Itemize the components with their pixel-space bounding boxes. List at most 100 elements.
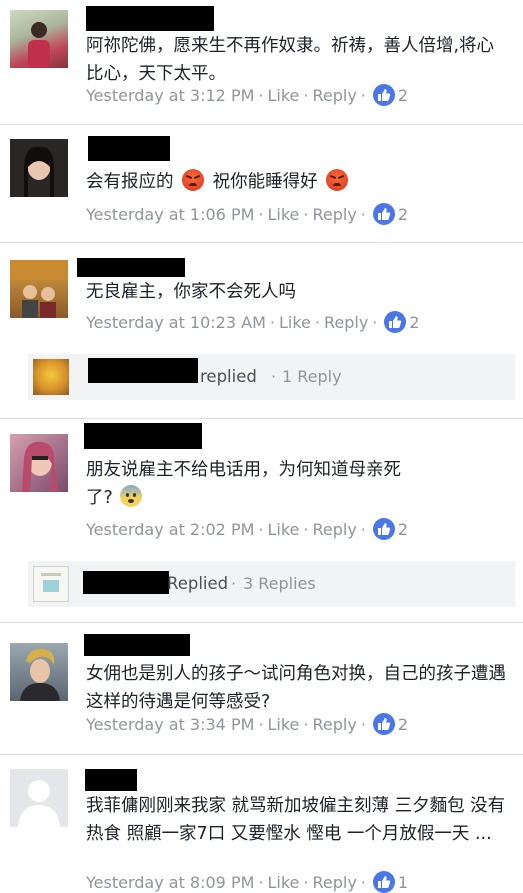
like-link[interactable]: Like [279, 313, 311, 332]
separator-dot: · [258, 714, 264, 734]
reply-count-link[interactable]: 1 Reply [282, 367, 342, 386]
comment-4: 朋友说雇主不给电话用，为何知道母亲死 了? Yesterday at 2:02 … [0, 419, 523, 621]
reply-link[interactable]: Reply [312, 873, 356, 892]
reaction-count[interactable]: 2 [409, 313, 419, 332]
separator-dot: · [231, 574, 237, 593]
timestamp[interactable]: Yesterday at 8:09 PM [86, 873, 254, 892]
comment-meta: Yesterday at 1:06 PM · Like · Reply · 2 [86, 203, 408, 225]
separator-dot: · [314, 312, 320, 332]
separator-dot: · [258, 85, 264, 105]
avatar [33, 566, 69, 602]
like-link[interactable]: Like [267, 86, 299, 105]
comment-text-part: 了? [86, 488, 113, 508]
reaction-count[interactable]: 2 [398, 86, 408, 105]
comment-1: 阿祢陀佛，愿来生不再作奴隶。祈祷，善人倍增,将心比心，天下太平。 Yesterd… [0, 0, 523, 122]
reaction-count[interactable]: 2 [398, 715, 408, 734]
like-link[interactable]: Like [267, 205, 299, 224]
profile-photo [20, 648, 60, 701]
redacted-name[interactable] [88, 136, 170, 161]
reaction-count[interactable]: 2 [398, 205, 408, 224]
redacted-name[interactable] [85, 769, 137, 791]
redacted-name[interactable] [84, 634, 190, 656]
avatar[interactable] [10, 260, 68, 318]
comment-3: 无良雇主，你家不会死人吗 Yesterday at 10:23 AM · Lik… [0, 243, 523, 417]
profile-photo [18, 780, 60, 827]
separator-dot: · [360, 204, 366, 224]
comment-text: 阿祢陀佛，愿来生不再作奴隶。祈祷，善人倍增,将心比心，天下太平。 [86, 36, 495, 84]
replied-label: Replied [167, 574, 229, 593]
comment-2: 会有报应的 祝你能睡得好 Yesterday at 1:06 PM · Like… [0, 125, 523, 241]
reaction-count[interactable]: 2 [398, 520, 408, 539]
reply-link[interactable]: Reply [312, 715, 356, 734]
redacted-name [83, 571, 169, 594]
separator-dot: · [258, 204, 264, 224]
timestamp[interactable]: Yesterday at 3:12 PM [86, 86, 254, 105]
comment-meta: Yesterday at 10:23 AM · Like · Reply · 2 [86, 311, 420, 333]
like-link[interactable]: Like [267, 520, 299, 539]
separator-dot: · [303, 204, 309, 224]
separator-dot: · [258, 519, 264, 539]
comment-feed: 阿祢陀佛，愿来生不再作奴隶。祈祷，善人倍增,将心比心，天下太平。 Yesterd… [0, 0, 523, 893]
avatar [33, 359, 69, 395]
avatar[interactable] [10, 643, 68, 701]
comment-text: 女佣也是别人的孩子～试问角色对换，自己的孩子遭遇这样的待遇是何等感受? [86, 664, 506, 712]
replies-summary[interactable]: Replied · 3 Replies [28, 561, 515, 607]
reply-link[interactable]: Reply [324, 313, 368, 332]
avatar[interactable] [10, 434, 68, 492]
reply-count-link[interactable]: 3 Replies [243, 574, 316, 593]
replies-summary[interactable]: replied · 1 Reply [28, 354, 515, 400]
timestamp[interactable]: Yesterday at 1:06 PM [86, 205, 254, 224]
separator-dot: · [372, 312, 378, 332]
angry-face-emoji [326, 169, 349, 191]
separator-dot: · [360, 872, 366, 892]
comment-text-line: 朋友说雇主不给电话用，为何知道母亲死 [86, 460, 401, 480]
reply-link[interactable]: Reply [312, 520, 356, 539]
comment-6: 我菲傭刚刚来我家 就骂新加坡僱主刻薄 三夕麵包 没有热食 照顧一家7口 又要慳水… [0, 755, 523, 893]
thumbs-up-icon[interactable] [372, 713, 395, 735]
default-user-silhouette-icon[interactable] [10, 769, 68, 827]
thumbs-up-icon[interactable] [372, 871, 395, 893]
separator-dot: · [303, 872, 309, 892]
separator-dot: · [303, 85, 309, 105]
thumbs-up-icon[interactable] [372, 84, 395, 106]
timestamp[interactable]: Yesterday at 10:23 AM [86, 313, 266, 332]
thumbs-up-icon[interactable] [384, 311, 407, 333]
separator-dot: · [271, 367, 277, 386]
separator-dot: · [360, 85, 366, 105]
timestamp[interactable]: Yesterday at 2:02 PM [86, 520, 254, 539]
separator-dot: · [360, 519, 366, 539]
redacted-name[interactable] [86, 6, 214, 31]
replied-label: replied [200, 367, 257, 386]
profile-photo [24, 146, 54, 197]
separator-dot: · [258, 872, 264, 892]
profile-photo [41, 573, 61, 592]
comment-meta: Yesterday at 3:12 PM · Like · Reply · 2 [86, 84, 408, 106]
profile-photo [28, 22, 50, 68]
comment-5: 女佣也是别人的孩子～试问角色对换，自己的孩子遭遇这样的待遇是何等感受? Yest… [0, 623, 523, 753]
comment-meta: Yesterday at 8:09 PM · Like · Reply · 1 [86, 871, 408, 893]
redacted-name[interactable] [77, 258, 185, 277]
like-link[interactable]: Like [267, 715, 299, 734]
avatar[interactable] [10, 139, 68, 197]
comment-text: 朋友说雇主不给电话用，为何知道母亲死 了? [86, 456, 506, 512]
like-link[interactable]: Like [267, 873, 299, 892]
comment-text-line: 了? [86, 484, 506, 512]
redacted-name [88, 358, 198, 383]
angry-face-emoji [182, 169, 205, 191]
comment-meta: Yesterday at 2:02 PM · Like · Reply · 2 [86, 518, 408, 540]
reply-link[interactable]: Reply [312, 205, 356, 224]
comment-text-part: 祝你能睡得好 [212, 172, 318, 192]
separator-dot: · [269, 312, 275, 332]
profile-photo [10, 260, 68, 318]
avatar[interactable] [10, 10, 68, 68]
separator-dot: · [303, 714, 309, 734]
reaction-count[interactable]: 1 [398, 873, 408, 892]
reply-link[interactable]: Reply [312, 86, 356, 105]
thumbs-up-icon[interactable] [372, 518, 395, 540]
redacted-name[interactable] [84, 423, 202, 449]
separator-dot: · [360, 714, 366, 734]
thumbs-up-icon[interactable] [372, 203, 395, 225]
timestamp[interactable]: Yesterday at 3:34 PM [86, 715, 254, 734]
profile-photo [22, 441, 58, 492]
fearful-face-emoji [120, 485, 143, 507]
